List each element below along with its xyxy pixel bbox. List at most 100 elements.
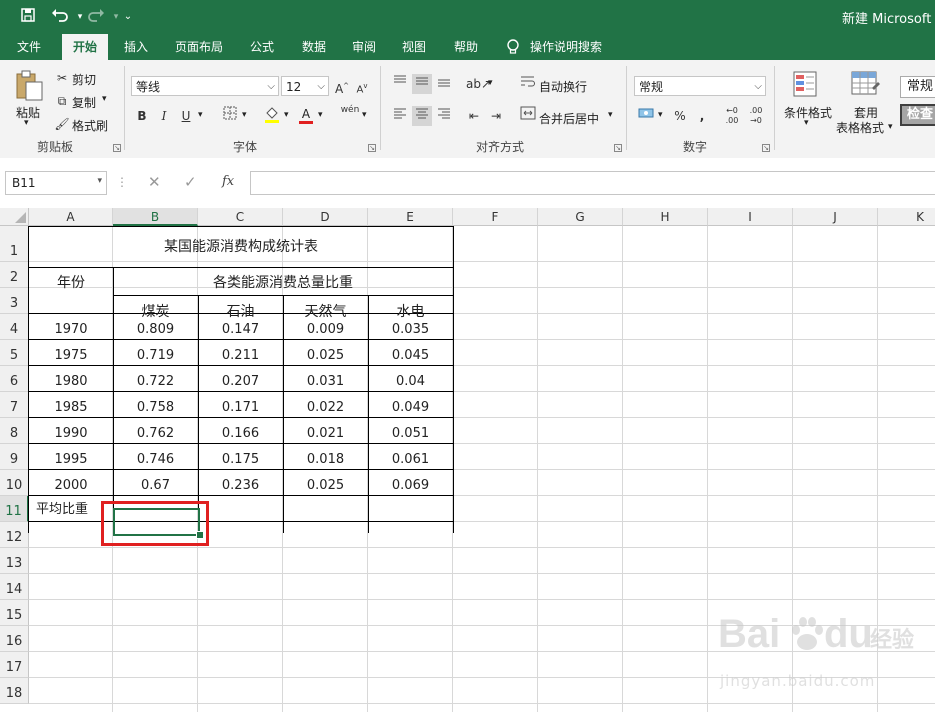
format-as-table-icon[interactable] (850, 70, 880, 100)
value-cell[interactable]: 0.236 (198, 473, 283, 499)
tab-file[interactable]: 文件 (8, 34, 50, 60)
column-header-e[interactable]: E (368, 208, 453, 226)
format-as-table-dropdown-icon[interactable]: ▾ (888, 122, 893, 132)
cell-style-check[interactable]: 检查 (900, 104, 935, 126)
align-right-icon[interactable] (434, 106, 454, 126)
row-header-5[interactable]: 5 (0, 340, 29, 366)
wrap-text-icon[interactable] (518, 74, 538, 94)
tab-data[interactable]: 数据 (292, 34, 336, 60)
bold-button[interactable]: B (132, 106, 152, 126)
year-cell[interactable]: 1995 (29, 447, 113, 473)
value-cell[interactable]: 0.746 (113, 447, 198, 473)
tab-page-layout[interactable]: 页面布局 (166, 34, 232, 60)
column-header-c[interactable]: C (198, 208, 283, 226)
value-cell[interactable]: 0.021 (283, 421, 368, 447)
value-cell[interactable]: 0.67 (113, 473, 198, 499)
tab-formulas[interactable]: 公式 (240, 34, 284, 60)
column-header-j[interactable]: J (793, 208, 878, 226)
row-header-9[interactable]: 9 (0, 444, 29, 470)
decrease-font-icon[interactable]: Av (352, 76, 372, 96)
align-center-icon[interactable] (412, 106, 432, 126)
column-header-k[interactable]: K (878, 208, 935, 226)
value-cell[interactable]: 0.051 (368, 421, 453, 447)
value-cell[interactable]: 0.758 (113, 395, 198, 421)
name-box[interactable]: B11 ▾ (5, 171, 107, 195)
customize-toolbar-icon[interactable]: ⌄ (118, 7, 138, 27)
tab-review[interactable]: 审阅 (342, 34, 386, 60)
number-format-combo[interactable]: 常规 ⌵ (634, 76, 766, 96)
column-header-f[interactable]: F (453, 208, 538, 226)
insert-function-button[interactable]: fx (222, 174, 234, 189)
row-header-15[interactable]: 15 (0, 600, 29, 626)
cancel-icon[interactable]: ✕ (148, 173, 161, 191)
value-cell[interactable]: 0.031 (283, 369, 368, 395)
column-header-a[interactable]: A (29, 208, 113, 226)
year-cell[interactable]: 1970 (29, 317, 113, 343)
value-cell[interactable]: 0.211 (198, 343, 283, 369)
row-header-4[interactable]: 4 (0, 314, 29, 340)
font-color-icon[interactable]: A (296, 104, 316, 124)
column-header-h[interactable]: H (623, 208, 708, 226)
merge-center-icon[interactable] (518, 106, 538, 126)
comma-style-icon[interactable]: , (692, 106, 712, 126)
row-header-18[interactable]: 18 (0, 678, 29, 704)
enter-check-icon[interactable]: ✓ (184, 173, 197, 191)
decrease-indent-icon[interactable]: ⇤ (464, 106, 484, 126)
merge-dropdown-icon[interactable]: ▾ (608, 110, 613, 120)
phonetic-dropdown-icon[interactable]: ▾ (362, 110, 367, 120)
align-left-icon[interactable] (390, 106, 410, 126)
decrease-decimal-icon[interactable]: .00 →0 (746, 106, 766, 126)
orientation-dropdown-icon[interactable]: ▾ (488, 78, 493, 88)
paste-icon[interactable] (14, 70, 44, 102)
sheet-title-cell[interactable]: 某国能源消费构成统计表 (29, 232, 453, 262)
wrap-text-button[interactable]: 自动换行 (539, 78, 587, 95)
copy-button[interactable]: 复制 (72, 94, 96, 111)
column-header-d[interactable]: D (283, 208, 368, 226)
font-size-combo[interactable]: 12 ⌵ (281, 76, 329, 96)
value-cell[interactable]: 0.045 (368, 343, 453, 369)
year-cell[interactable]: 1985 (29, 395, 113, 421)
value-cell[interactable]: 0.719 (113, 343, 198, 369)
row-header-6[interactable]: 6 (0, 366, 29, 392)
column-header-i[interactable]: I (708, 208, 793, 226)
name-box-dropdown-icon[interactable]: ▾ (97, 176, 102, 186)
value-cell[interactable]: 0.069 (368, 473, 453, 499)
year-cell[interactable]: 1990 (29, 421, 113, 447)
value-cell[interactable]: 0.009 (283, 317, 368, 343)
fill-color-dropdown-icon[interactable]: ▾ (284, 110, 289, 120)
clipboard-launcher-icon[interactable]: ↘ (113, 144, 121, 152)
value-cell[interactable]: 0.166 (198, 421, 283, 447)
value-cell[interactable]: 0.207 (198, 369, 283, 395)
format-painter-button[interactable]: 格式刷 (72, 117, 108, 134)
row-header-7[interactable]: 7 (0, 392, 29, 418)
row-header-10[interactable]: 10 (0, 470, 29, 496)
row-header-16[interactable]: 16 (0, 626, 29, 652)
number-launcher-icon[interactable]: ↘ (762, 144, 770, 152)
merge-center-button[interactable]: 合并后居中 (539, 110, 599, 127)
value-cell[interactable]: 0.171 (198, 395, 283, 421)
format-as-table-label-2[interactable]: 表格格式 (836, 119, 884, 136)
year-cell[interactable]: 2000 (29, 473, 113, 499)
cell-style-normal[interactable]: 常规 (900, 76, 935, 98)
borders-dropdown-icon[interactable]: ▾ (242, 110, 247, 120)
value-cell[interactable]: 0.147 (198, 317, 283, 343)
align-middle-icon[interactable] (412, 74, 432, 94)
row-header-1[interactable]: 1 (0, 226, 29, 262)
tell-me-search[interactable]: 操作说明搜索 (530, 34, 610, 60)
align-bottom-icon[interactable] (434, 74, 454, 94)
row-header-3[interactable]: 3 (0, 288, 29, 314)
value-cell[interactable]: 0.061 (368, 447, 453, 473)
accounting-dropdown-icon[interactable]: ▾ (658, 110, 663, 120)
tab-view[interactable]: 视图 (392, 34, 436, 60)
borders-icon[interactable] (220, 106, 240, 126)
value-cell[interactable]: 0.809 (113, 317, 198, 343)
phonetic-guide-icon[interactable]: wén (340, 104, 360, 124)
year-header-cell[interactable]: 年份 (29, 268, 113, 298)
value-cell[interactable]: 0.035 (368, 317, 453, 343)
font-name-combo[interactable]: 等线 ⌵ (131, 76, 279, 96)
value-cell[interactable]: 0.025 (283, 473, 368, 499)
fill-color-icon[interactable] (262, 106, 282, 126)
font-color-dropdown-icon[interactable]: ▾ (318, 110, 323, 120)
conditional-format-icon[interactable] (792, 70, 822, 100)
alignment-launcher-icon[interactable]: ↘ (614, 144, 622, 152)
